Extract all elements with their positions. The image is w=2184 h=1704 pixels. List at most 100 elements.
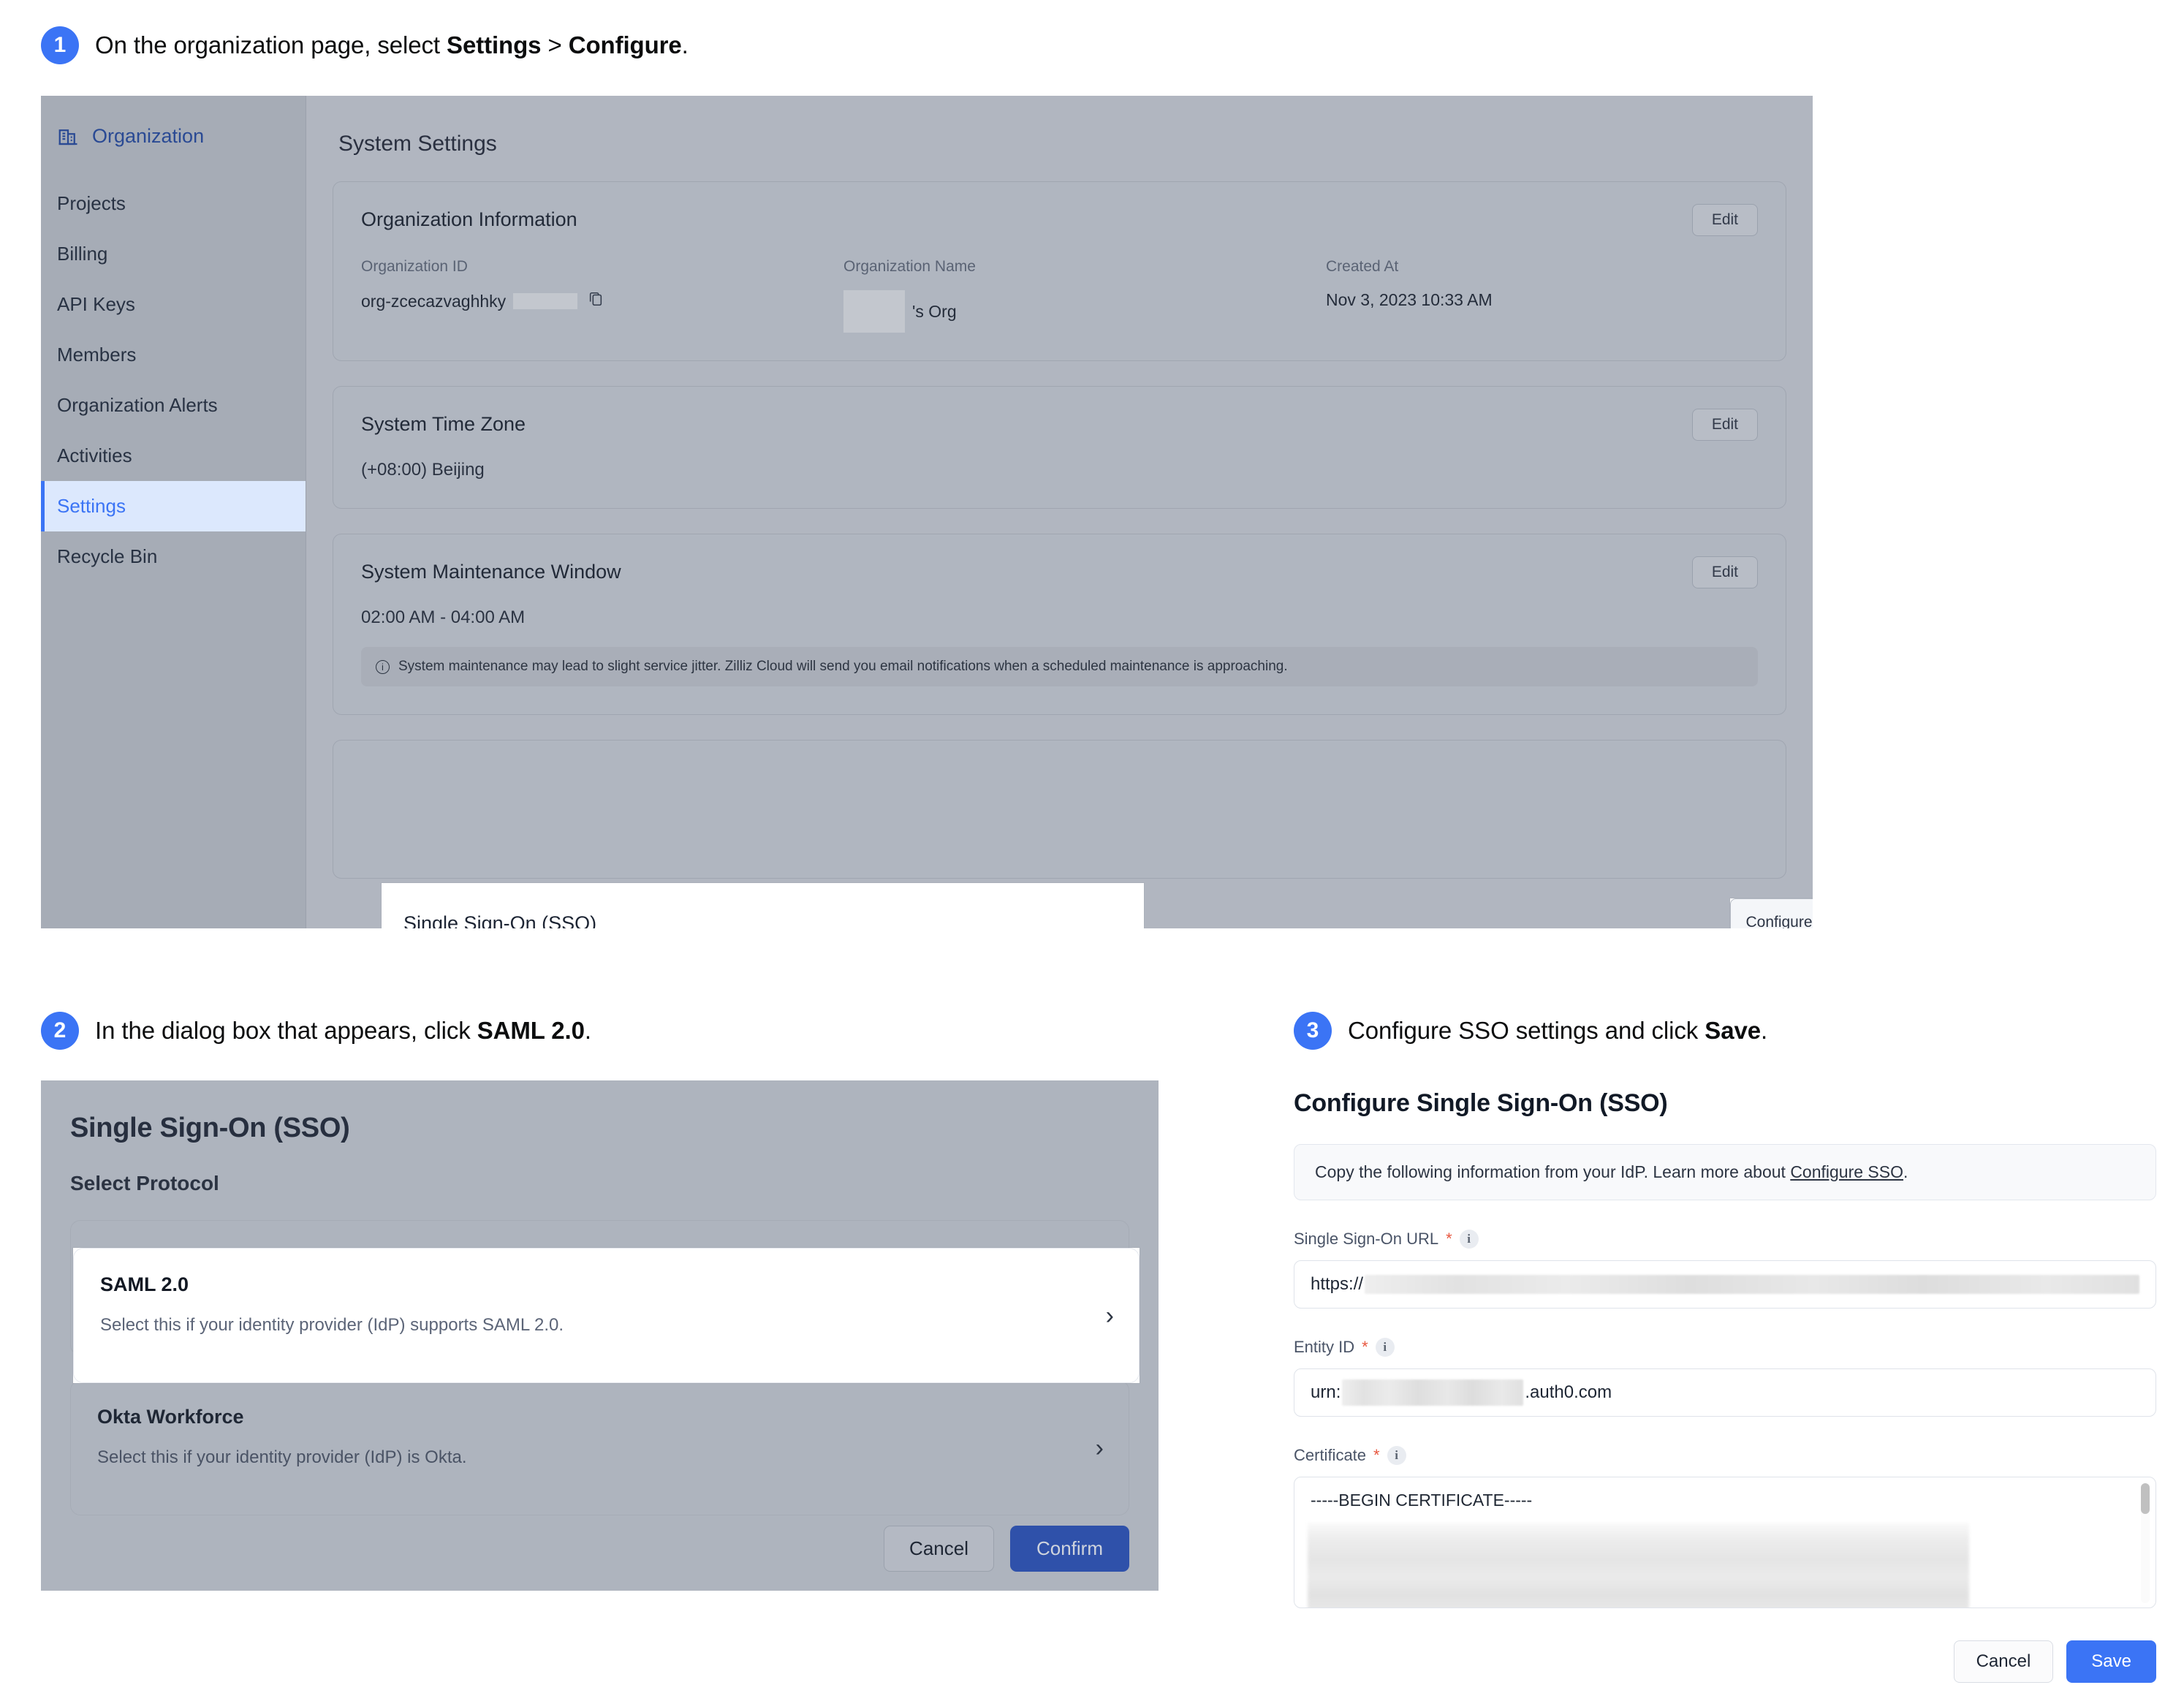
step-3-suffix: . (1760, 1017, 1768, 1044)
entity-id-input[interactable]: urn: .auth0.com (1294, 1368, 2156, 1417)
maintenance-edit-button[interactable]: Edit (1691, 556, 1758, 588)
maintenance-title: System Maintenance Window (361, 561, 621, 583)
entity-id-label: Entity ID (1294, 1338, 1355, 1356)
step-3-prefix: Configure SSO settings and click (1348, 1017, 1705, 1044)
sidebar-org-header[interactable]: Organization (41, 96, 306, 148)
card-system-maintenance-window: System Maintenance Window Edit 02:00 AM … (333, 534, 1786, 715)
okta-option-description: Select this if your identity provider (I… (97, 1447, 467, 1467)
time-zone-edit-button[interactable]: Edit (1691, 409, 1758, 441)
org-info-title: Organization Information (361, 208, 577, 230)
step-1-prefix: On the organization page, select (95, 31, 447, 58)
field-single-sign-on-url: Single Sign-On URL * i https:// (1294, 1230, 2156, 1309)
step-2-badge: 2 (41, 1012, 79, 1050)
created-at-column: Created At Nov 3, 2023 10:33 AM (1326, 258, 1493, 333)
card-organization-information: Organization Information Edit Organizati… (333, 181, 1786, 361)
sidebar-item-members[interactable]: Members (41, 330, 306, 380)
configure-save-button[interactable]: Save (2066, 1640, 2156, 1683)
dialog-cancel-button[interactable]: Cancel (884, 1526, 994, 1572)
sso-configure-button[interactable]: Configure (1730, 898, 1813, 928)
configure-sso-link[interactable]: Configure SSO (1790, 1162, 1903, 1181)
certificate-label: Certificate (1294, 1446, 1367, 1464)
select-protocol-label: Select Protocol (70, 1172, 219, 1194)
card-single-sign-on (333, 740, 1786, 879)
dialog-footer: Cancel Confirm (884, 1526, 1129, 1572)
configure-cancel-button[interactable]: Cancel (1953, 1640, 2054, 1683)
certificate-scrollbar-thumb[interactable] (2141, 1483, 2150, 1514)
entity-id-value-suffix: .auth0.com (1525, 1382, 1612, 1402)
info-icon[interactable]: i (1459, 1230, 1479, 1249)
org-name-redaction (843, 290, 905, 333)
org-id-value-row: org-zcecazvaghhky (361, 290, 843, 312)
sso-row-highlight: Single Sign-On (SSO) Enables authenticat… (382, 883, 1144, 928)
sso-url-label: Single Sign-On URL (1294, 1230, 1439, 1248)
building-icon (57, 126, 79, 148)
time-zone-title: System Time Zone (361, 413, 526, 435)
sidebar-item-activities[interactable]: Activities (41, 431, 306, 481)
maintenance-note-text: System maintenance may lead to slight se… (398, 659, 1288, 674)
org-info-edit-button[interactable]: Edit (1691, 204, 1758, 236)
dialog-confirm-button[interactable]: Confirm (1009, 1526, 1129, 1572)
step-2-bold-saml: SAML 2.0 (477, 1017, 585, 1044)
card-system-time-zone: System Time Zone Edit (+08:00) Beijing (333, 386, 1786, 509)
maintenance-value: 02:00 AM - 04:00 AM (361, 607, 526, 627)
sso-dialog-title: Single Sign-On (SSO) (70, 1113, 350, 1143)
step-1-bold-configure: Configure (568, 31, 682, 58)
configure-sso-banner: Copy the following information from your… (1294, 1144, 2156, 1200)
main-content: System Settings Organization Information… (306, 96, 1813, 928)
created-at-value: Nov 3, 2023 10:33 AM (1326, 290, 1493, 309)
step-1-header: 1 On the organization page, select Setti… (41, 26, 689, 64)
step-1-suffix: . (681, 31, 689, 58)
page-title: System Settings (338, 132, 497, 156)
protocol-option-saml[interactable]: SAML 2.0 Select this if your identity pr… (73, 1248, 1140, 1383)
maintenance-note: i System maintenance may lead to slight … (361, 647, 1758, 686)
sidebar-nav: Projects Billing API Keys Members Organi… (41, 178, 306, 582)
banner-tail: . (1903, 1162, 1908, 1181)
sso-configure-highlight: Configure (1730, 898, 1813, 928)
info-icon[interactable]: i (1375, 1338, 1395, 1357)
certificate-redaction (1308, 1523, 1969, 1608)
banner-text: Copy the following information from your… (1315, 1162, 1791, 1181)
info-icon[interactable]: i (1387, 1446, 1406, 1465)
sidebar-item-organization-alerts[interactable]: Organization Alerts (41, 380, 306, 431)
panel-organization-settings-screenshot: Organization Projects Billing API Keys M… (41, 96, 1813, 928)
tutorial-page: 1 On the organization page, select Setti… (0, 0, 2184, 1704)
step-3-badge: 3 (1294, 1012, 1332, 1050)
configure-sso-footer: Cancel Save (1294, 1640, 2156, 1683)
sso-url-input[interactable]: https:// (1294, 1260, 2156, 1309)
sidebar-item-api-keys[interactable]: API Keys (41, 279, 306, 330)
org-name-column: Organization Name 's Org (843, 258, 1326, 333)
certificate-scrollbar[interactable] (2141, 1483, 2150, 1603)
saml-option-name: SAML 2.0 (100, 1273, 189, 1295)
step-3-text: Configure SSO settings and click Save. (1348, 1017, 1767, 1045)
org-id-value: org-zcecazvaghhky (361, 291, 507, 311)
certificate-textarea[interactable]: -----BEGIN CERTIFICATE----- (1294, 1477, 2156, 1608)
step-3-header: 3 Configure SSO settings and click Save. (1294, 1012, 1767, 1050)
configure-sso-title: Configure Single Sign-On (SSO) (1294, 1089, 1668, 1117)
org-id-redaction (513, 293, 578, 309)
sidebar-item-settings[interactable]: Settings (41, 481, 306, 531)
step-3-bold-save: Save (1705, 1017, 1761, 1044)
sso-url-label-row: Single Sign-On URL * i (1294, 1230, 2156, 1249)
step-1-bold-settings: Settings (447, 31, 542, 58)
entity-id-value-prefix: urn: (1311, 1382, 1341, 1402)
panel-configure-sso-form: Configure Single Sign-On (SSO) Copy the … (1294, 1089, 2156, 1683)
certificate-first-line: -----BEGIN CERTIFICATE----- (1311, 1491, 1533, 1510)
sso-url-value: https:// (1311, 1274, 1364, 1294)
sidebar-item-recycle-bin[interactable]: Recycle Bin (41, 531, 306, 582)
certificate-label-row: Certificate * i (1294, 1446, 2156, 1465)
entity-id-label-row: Entity ID * i (1294, 1338, 2156, 1357)
copy-icon[interactable] (588, 290, 604, 312)
org-id-label: Organization ID (361, 258, 468, 275)
step-2-prefix: In the dialog box that appears, click (95, 1017, 477, 1044)
entity-id-required-asterisk: * (1362, 1338, 1368, 1356)
step-2-suffix: . (584, 1017, 591, 1044)
step-1-mid: > (541, 31, 569, 58)
sidebar-org-label: Organization (92, 125, 205, 147)
step-2-header: 2 In the dialog box that appears, click … (41, 1012, 591, 1050)
protocol-option-okta[interactable]: Okta Workforce Select this if your ident… (70, 1380, 1129, 1515)
org-name-value: 's Org (912, 301, 957, 321)
sidebar-item-billing[interactable]: Billing (41, 229, 306, 279)
sidebar-item-projects[interactable]: Projects (41, 178, 306, 229)
entity-id-redaction (1342, 1379, 1524, 1406)
info-icon: i (376, 659, 390, 674)
